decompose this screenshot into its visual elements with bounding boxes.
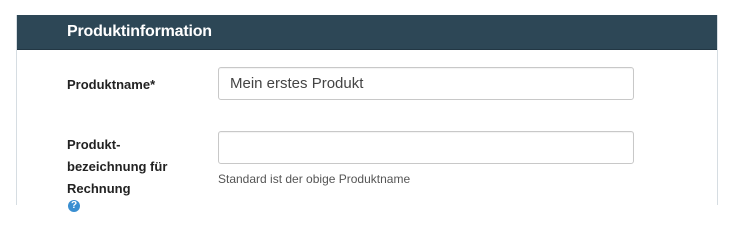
invoice-description-help-text: Standard ist der obige Produktname — [218, 172, 411, 186]
help-icon[interactable]: ? — [68, 200, 80, 212]
invoice-description-input[interactable] — [218, 131, 634, 164]
invoice-description-label-line3: Rechnung? — [67, 178, 207, 212]
product-name-input[interactable] — [218, 67, 634, 100]
product-information-panel: Produktinformation Produktname* Produkt-… — [16, 15, 718, 212]
product-name-label: Produktname* — [67, 77, 156, 92]
invoice-description-label-text: Rechnung — [67, 181, 131, 196]
panel-title: Produktinformation — [67, 23, 212, 40]
invoice-description-label-line1: Produkt- — [67, 137, 121, 152]
invoice-description-label: Produkt- bezeichnung für Rechnung? — [67, 134, 207, 212]
invoice-description-label-line2: bezeichnung für — [67, 159, 168, 174]
panel-header: Produktinformation — [17, 15, 717, 50]
